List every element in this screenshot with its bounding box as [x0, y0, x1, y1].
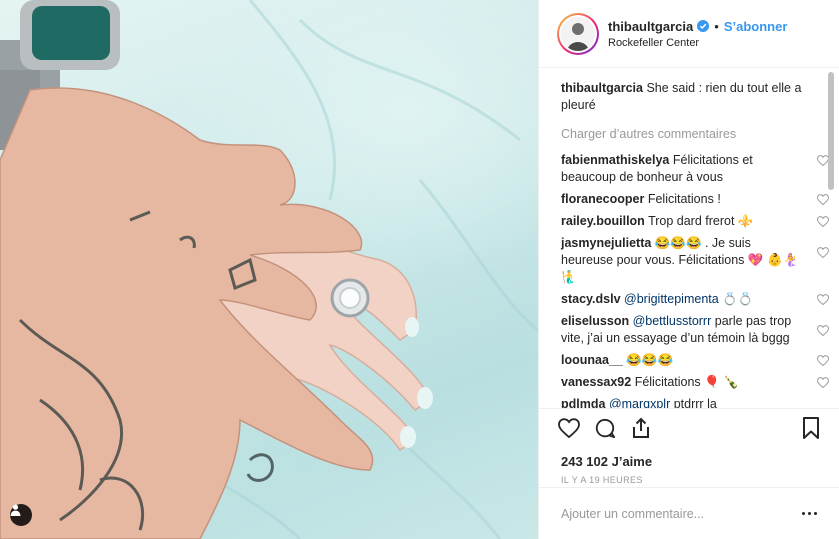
bookmark-icon[interactable] [799, 416, 823, 440]
engagement-ring [330, 278, 370, 318]
comment-username[interactable]: railey.bouillon [561, 214, 645, 228]
comment-text: 💍💍 [722, 292, 754, 306]
comment-item: eliselusson @bettlusstorrr parle pas tro… [561, 313, 829, 347]
comment-text: Trop dard frerot ⚜️ [648, 214, 754, 228]
comments-list[interactable]: thibaultgarcia She said : rien du tout e… [539, 68, 839, 408]
comment-username[interactable]: loounaa__ [561, 353, 623, 367]
comment-item: floranecooper Felicitations ! [561, 191, 829, 208]
comment-username[interactable]: pdlmda [561, 397, 605, 408]
person-tag-icon[interactable] [10, 504, 32, 526]
comment-username[interactable]: stacy.dslv [561, 292, 621, 306]
add-comment-input[interactable] [561, 506, 802, 521]
comment-bubble-icon[interactable] [593, 416, 617, 440]
author-username[interactable]: thibaultgarcia [608, 19, 693, 34]
post-timestamp[interactable]: IL Y A 19 HEURES [539, 469, 839, 485]
comment-text: ptdrrr la [673, 397, 717, 408]
comment-mention[interactable]: @bettlusstorrr [633, 314, 712, 328]
comment-item: jasmynejulietta 😂😂😂 . Je suis heureuse p… [561, 235, 829, 286]
share-icon[interactable] [629, 416, 653, 440]
comment-item: stacy.dslv @brigittepimenta 💍💍 [561, 291, 829, 308]
heart-icon[interactable] [557, 416, 581, 440]
verified-badge-icon [697, 20, 710, 32]
comment-username[interactable]: eliselusson [561, 314, 629, 328]
comment-item: vanessax92 Félicitations 🎈 🍾 [561, 374, 829, 391]
comment-username[interactable]: floranecooper [561, 192, 644, 206]
post-photo[interactable] [0, 0, 538, 539]
more-options-icon[interactable] [802, 512, 817, 515]
comment-username[interactable]: vanessax92 [561, 375, 631, 389]
likes-count[interactable]: 243 102 J’aime [539, 446, 839, 469]
comment-text: Felicitations ! [647, 192, 721, 206]
comment-username[interactable]: fabienmathiskelya [561, 153, 669, 167]
hands-with-ring-illustration [0, 0, 538, 539]
post-caption: thibaultgarcia She said : rien du tout e… [561, 80, 805, 114]
comment-text: Félicitations 🎈 🍾 [634, 375, 739, 389]
comment-item: loounaa__ 😂😂😂 [561, 352, 829, 369]
avatar[interactable] [557, 12, 599, 55]
separator-dot: • [714, 18, 719, 34]
comment-username[interactable]: jasmynejulietta [561, 236, 651, 250]
post-header: thibaultgarcia • S’abonner Rockefeller C… [539, 0, 839, 68]
comment-item: fabienmathiskelya Félicitations et beauc… [561, 152, 829, 186]
instagram-post: thibaultgarcia • S’abonner Rockefeller C… [0, 0, 839, 539]
follow-button[interactable]: S’abonner [724, 19, 788, 34]
comment-mention[interactable]: @marqxplr [609, 397, 670, 408]
comment-mention[interactable]: @brigittepimenta [624, 292, 719, 306]
load-more-comments-button[interactable]: Charger d’autres commentaires [561, 127, 805, 141]
caption-username[interactable]: thibaultgarcia [561, 81, 643, 95]
post-side-panel: thibaultgarcia • S’abonner Rockefeller C… [538, 0, 839, 539]
comment-item: pdlmda @marqxplr ptdrrr la [561, 396, 805, 408]
comments-scrollbar[interactable] [826, 68, 836, 408]
post-actions-bar [539, 408, 839, 446]
post-location[interactable]: Rockefeller Center [608, 37, 787, 49]
comment-item: railey.bouillon Trop dard frerot ⚜️ [561, 213, 829, 230]
add-comment-bar [539, 487, 839, 539]
comment-text: 😂😂😂 [626, 353, 674, 367]
scrollbar-thumb[interactable] [828, 72, 834, 190]
